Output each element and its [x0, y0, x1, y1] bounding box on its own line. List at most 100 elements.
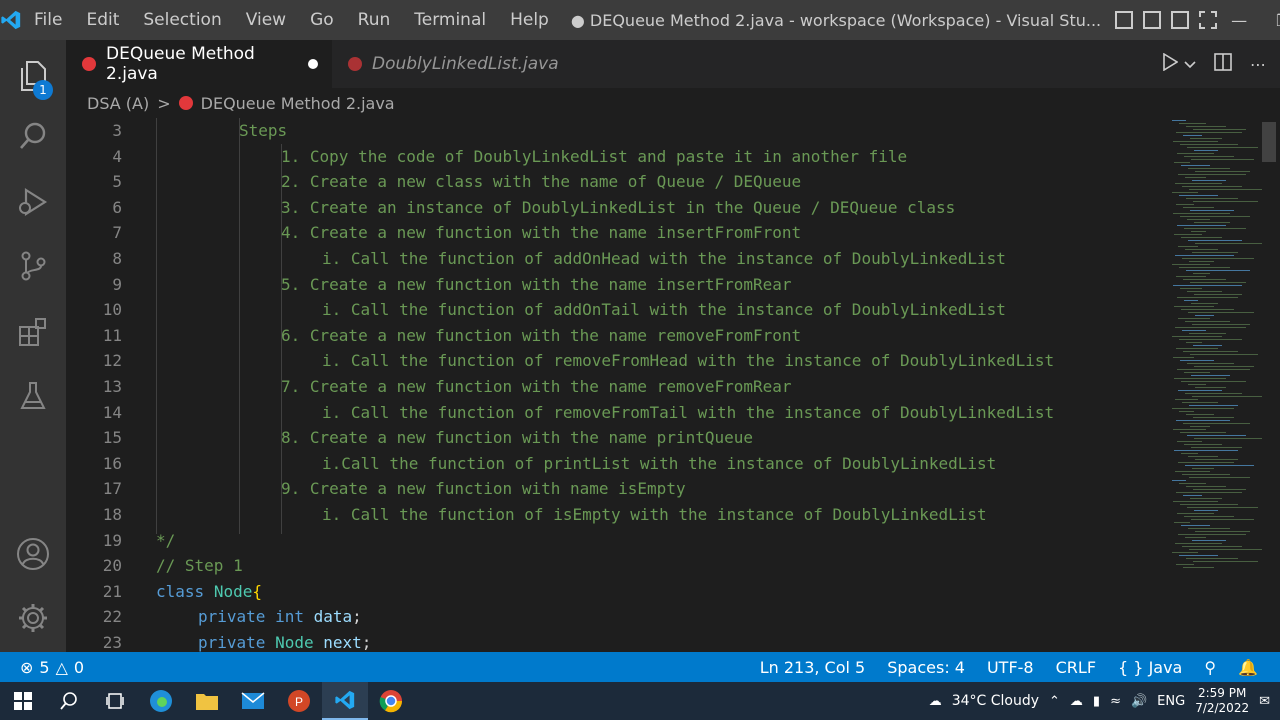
- code-editor[interactable]: 3 Steps 4 1. Copy the code of DoublyLinkedL…: [66, 118, 1166, 652]
- code-line[interactable]: 22 private int data;: [66, 604, 1166, 630]
- minimap-line: [1188, 168, 1230, 169]
- code-line[interactable]: 16 i.Call the function of printList with …: [66, 451, 1166, 477]
- source-control-icon[interactable]: [0, 236, 66, 296]
- powerpoint-icon[interactable]: P: [276, 682, 322, 720]
- manage-gear-icon[interactable]: [0, 588, 66, 648]
- unsaved-dot-icon[interactable]: [308, 59, 318, 69]
- code-text: 1. Copy the code of DoublyLinkedList and…: [281, 146, 908, 166]
- menu-terminal[interactable]: Terminal: [402, 0, 498, 40]
- file-explorer-icon[interactable]: [184, 682, 230, 720]
- minimap-line: [1178, 318, 1210, 319]
- encoding[interactable]: UTF-8: [987, 658, 1034, 677]
- problems-indicator[interactable]: ⊗ 5 △ 0: [0, 658, 84, 677]
- code-line[interactable]: 4 1. Copy the code of DoublyLinkedList an…: [66, 144, 1166, 170]
- indentation[interactable]: Spaces: 4: [887, 658, 965, 677]
- breadcrumb: DSA (A) > DEQueue Method 2.java: [66, 88, 1280, 118]
- menu-help[interactable]: Help: [498, 0, 561, 40]
- punctuation-token: ;: [352, 607, 362, 627]
- minimap-line: [1175, 255, 1234, 256]
- language-mode[interactable]: { } Java: [1118, 658, 1182, 677]
- feedback-icon[interactable]: ⚲: [1204, 658, 1216, 677]
- code-text: i. Call the function of removeFromTail w…: [322, 402, 1055, 422]
- taskbar-search-icon[interactable]: [46, 682, 92, 720]
- code-line[interactable]: 23 private Node next;: [66, 630, 1166, 652]
- menu-edit[interactable]: Edit: [74, 0, 131, 40]
- vertical-scrollbar[interactable]: [1262, 118, 1280, 652]
- toggle-sidebar-icon[interactable]: [1115, 11, 1134, 29]
- menu-run[interactable]: Run: [346, 0, 403, 40]
- extensions-icon[interactable]: [0, 302, 66, 362]
- customize-layout-icon[interactable]: [1199, 11, 1218, 29]
- minimap[interactable]: [1166, 118, 1266, 652]
- tab-dequeue-method-2[interactable]: DEQueue Method 2.java: [66, 40, 332, 88]
- title-bar: File Edit Selection View Go Run Terminal…: [0, 0, 1280, 40]
- line-number: 9: [112, 274, 122, 294]
- code-line[interactable]: 9 5. Create a new function with the name …: [66, 272, 1166, 298]
- code-line[interactable]: 3 Steps: [66, 118, 1166, 144]
- code-line[interactable]: 11 6. Create a new function with the name…: [66, 323, 1166, 349]
- menu-view[interactable]: View: [234, 0, 298, 40]
- show-hidden-icons-chevron-icon[interactable]: ⌃: [1049, 694, 1060, 709]
- scrollbar-thumb[interactable]: [1262, 122, 1276, 162]
- code-line[interactable]: 18 i. Call the function of isEmpty with t…: [66, 502, 1166, 528]
- tab-doubly-linked-list[interactable]: DoublyLinkedList.java: [332, 40, 562, 88]
- run-icon[interactable]: [1162, 52, 1179, 75]
- minimap-line: [1172, 264, 1210, 265]
- run-debug-icon[interactable]: [0, 172, 66, 232]
- breadcrumb-file[interactable]: DEQueue Method 2.java: [201, 94, 395, 113]
- maximize-button[interactable]: ❐: [1261, 0, 1280, 40]
- chrome-icon[interactable]: [368, 682, 414, 720]
- code-line[interactable]: 8 i. Call the function of addOnHead with …: [66, 246, 1166, 272]
- toggle-panel-icon[interactable]: [1143, 11, 1162, 29]
- minimap-line: [1193, 489, 1246, 490]
- testing-icon[interactable]: [0, 366, 66, 426]
- code-line[interactable]: 20 // Step 1: [66, 553, 1166, 579]
- minimize-button[interactable]: —: [1217, 0, 1261, 40]
- code-text: Steps: [239, 121, 288, 140]
- onedrive-cloud-icon[interactable]: ☁: [1070, 694, 1083, 709]
- breadcrumb-folder[interactable]: DSA (A): [87, 94, 149, 113]
- toggle-secondary-sidebar-icon[interactable]: [1171, 11, 1190, 29]
- more-actions-icon[interactable]: ⋯: [1250, 55, 1266, 74]
- code-line[interactable]: 5 2. Create a new class with the name of …: [66, 169, 1166, 195]
- input-language[interactable]: ENG: [1157, 694, 1185, 709]
- notifications-bell-icon[interactable]: 🔔: [1238, 658, 1258, 677]
- punctuation-token: ;: [361, 633, 372, 652]
- mail-icon[interactable]: [230, 682, 276, 720]
- run-dropdown-chevron-icon[interactable]: [1184, 55, 1196, 74]
- clock-date: 7/2/2022: [1195, 701, 1250, 715]
- notification-center-icon[interactable]: ✉: [1259, 694, 1270, 709]
- minimap-line: [1175, 471, 1210, 472]
- menu-go[interactable]: Go: [298, 0, 346, 40]
- menu-selection[interactable]: Selection: [131, 0, 233, 40]
- code-line[interactable]: 15 8. Create a new function with the name…: [66, 425, 1166, 451]
- split-editor-icon[interactable]: [1214, 53, 1232, 75]
- search-icon[interactable]: [0, 106, 66, 166]
- weather-text[interactable]: 34°C Cloudy: [952, 693, 1039, 709]
- code-line[interactable]: 6 3. Create an instance of DoublyLinkedLi…: [66, 195, 1166, 221]
- code-line[interactable]: 10 i. Call the function of addOnTail with…: [66, 297, 1166, 323]
- code-line[interactable]: 12 i. Call the function of removeFromHead…: [66, 348, 1166, 374]
- code-line[interactable]: 17 9. Create a new function with name isE…: [66, 476, 1166, 502]
- minimap-line: [1193, 417, 1234, 418]
- code-line[interactable]: 7 4. Create a new function with the name …: [66, 220, 1166, 246]
- code-line[interactable]: 19 */: [66, 528, 1166, 554]
- explorer-icon[interactable]: 1: [0, 46, 66, 106]
- task-view-icon[interactable]: [92, 682, 138, 720]
- minimap-line: [1173, 501, 1218, 502]
- volume-icon[interactable]: 🔊: [1131, 694, 1147, 709]
- start-windows-icon[interactable]: [0, 682, 46, 720]
- wifi-icon[interactable]: ≈: [1110, 694, 1121, 709]
- code-line[interactable]: 21 class Node{: [66, 579, 1166, 605]
- vscode-taskbar-icon[interactable]: [322, 682, 368, 720]
- edge-browser-icon[interactable]: [138, 682, 184, 720]
- cursor-position[interactable]: Ln 213, Col 5: [760, 658, 866, 677]
- code-line[interactable]: 13 7. Create a new function with the name…: [66, 374, 1166, 400]
- minimap-line: [1174, 162, 1190, 163]
- battery-icon[interactable]: ▮: [1093, 694, 1100, 709]
- menu-file[interactable]: File: [22, 0, 74, 40]
- line-ending[interactable]: CRLF: [1056, 658, 1096, 677]
- clock[interactable]: 2:59 PM 7/2/2022: [1195, 686, 1249, 716]
- code-line[interactable]: 14 i. Call the function of removeFromTail…: [66, 400, 1166, 426]
- accounts-icon[interactable]: [0, 524, 66, 584]
